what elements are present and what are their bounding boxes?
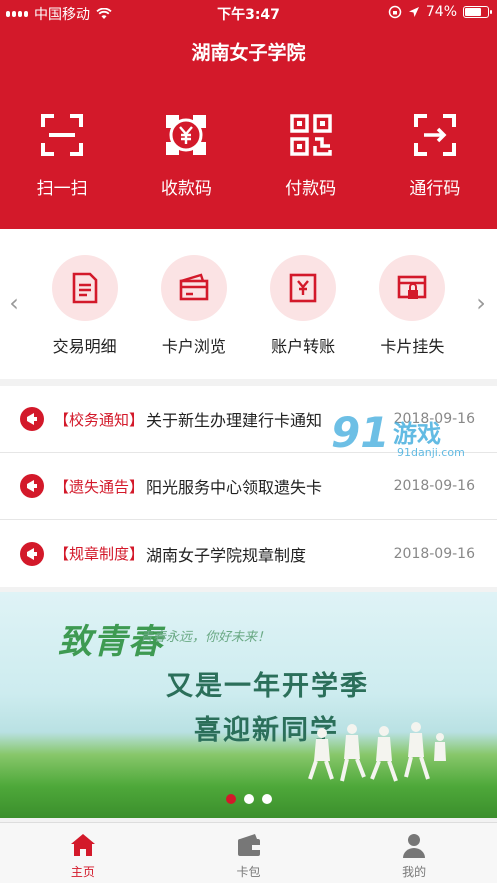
report-loss-icon [398,275,427,299]
banner-subtitle: 青春永远，你好未来！ [140,630,271,645]
app-screen: 中国移动 下午3:47 74% 湖南女子学院 扫一扫 收款码 付款码 通行码 ‹… [0,0,497,883]
news-tag: 【规章制度】 [54,545,145,563]
carousel-dots [0,794,497,804]
tab-wallet[interactable]: 卡包 [166,823,332,883]
running-students-illustration [308,722,446,782]
transaction-detail-icon [72,272,97,304]
menu-item-card-browse[interactable]: 卡户浏览 [139,255,248,357]
transfer-icon [289,273,317,303]
news-date: 2018-09-16 [393,478,475,494]
rotation-lock-icon [388,5,402,19]
news-title: 阳光服务中心领取遗失卡 [146,478,323,497]
megaphone-icon [27,480,37,492]
location-icon [408,7,419,17]
watermark-logo: 91 游戏 91danji.com [331,408,465,459]
news-date: 2018-09-16 [393,545,475,562]
news-tag: 【遗失通告】 [54,477,145,496]
profile-icon [403,834,426,858]
carousel-dot[interactable] [243,794,254,804]
receive-code-icon [166,115,207,155]
page-title: 湖南女子学院 [191,42,306,64]
home-icon [70,834,95,856]
list-item[interactable]: 【规章制度】 湖南女子学院规章制度 2018-09-16 [0,520,497,587]
carousel-dot[interactable] [261,794,272,804]
megaphone-icon [27,547,37,560]
menu-item-transaction-detail[interactable]: 交易明细 [30,255,139,357]
news-title: 关于新生办理建行卡通知 [146,411,323,430]
banner-headline: 又是一年开学季 [166,671,369,702]
pass-code-button[interactable]: 通行码 [373,112,497,199]
scan-icon [41,114,84,156]
scan-button[interactable]: 扫一扫 [0,112,124,199]
tab-profile[interactable]: 我的 [331,823,497,883]
card-browse-icon [179,273,209,301]
pay-code-button[interactable]: 付款码 [249,112,373,199]
pay-code-icon [289,114,332,156]
menu-item-report-loss[interactable]: 卡片挂失 [358,255,467,357]
chevron-right-icon[interactable]: › [473,291,489,315]
carousel-dot[interactable] [225,794,236,804]
function-menu: ‹ › 交易明细 卡户浏览 账户转账 卡片挂失 [0,229,497,379]
tab-bar: 主页 卡包 我的 [0,822,497,883]
news-tag: 【校务通知】 [54,410,145,429]
tab-home[interactable]: 主页 [0,823,166,883]
chevron-left-icon[interactable]: ‹ [6,291,22,315]
quick-actions: 扫一扫 收款码 付款码 通行码 [0,112,497,199]
promo-banner[interactable]: 致青春 青春永远，你好未来！ 又是一年开学季 喜迎新同学 [0,592,497,818]
battery-icon [463,6,492,18]
status-bar: 中国移动 下午3:47 74% [0,0,497,26]
wallet-icon [237,834,260,856]
battery-percent: 74% [425,4,457,20]
menu-item-transfer[interactable]: 账户转账 [249,255,358,357]
header: 中国移动 下午3:47 74% 湖南女子学院 扫一扫 收款码 付款码 通行码 [0,0,497,229]
receive-code-button[interactable]: 收款码 [124,112,248,199]
pass-code-icon [413,114,456,156]
megaphone-icon [27,413,37,425]
news-title: 湖南女子学院规章制度 [146,545,307,565]
